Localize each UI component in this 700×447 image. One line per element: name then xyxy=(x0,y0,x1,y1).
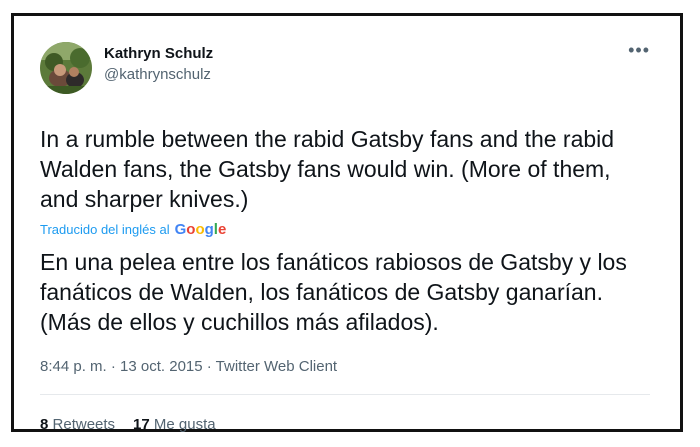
tweet-stats: 8 Retweets 17 Me gusta xyxy=(40,416,216,433)
likes-count: 17 xyxy=(133,416,150,433)
tweet-translation: En una pelea entre los fanáticos rabioso… xyxy=(40,249,627,335)
author-name[interactable]: Kathryn Schulz xyxy=(104,45,213,62)
tweet-timestamp[interactable]: 8:44 p. m. · 13 oct. 2015 · Twitter Web … xyxy=(40,358,337,375)
likes-label: Me gusta xyxy=(153,416,216,433)
more-options-icon[interactable]: ••• xyxy=(628,40,650,61)
tweet-text: In a rumble between the rabid Gatsby fan… xyxy=(40,126,615,212)
translated-label: Traducido del inglés al xyxy=(40,222,170,237)
retweets-count: 8 xyxy=(40,416,49,433)
likes-stat[interactable]: 17 Me gusta xyxy=(133,416,216,433)
divider xyxy=(40,394,650,395)
author-handle[interactable]: @kathrynschulz xyxy=(104,66,211,83)
tweet-card: Kathryn Schulz @kathrynschulz ••• In a r… xyxy=(26,28,668,433)
translation-attribution[interactable]: Traducido del inglés al Google xyxy=(40,221,226,238)
retweets-stat[interactable]: 8 Retweets xyxy=(40,416,115,433)
screenshot-frame: Kathryn Schulz @kathrynschulz ••• In a r… xyxy=(11,13,683,433)
google-logo: Google xyxy=(174,221,227,238)
retweets-label: Retweets xyxy=(52,416,116,433)
avatar[interactable] xyxy=(40,42,92,94)
